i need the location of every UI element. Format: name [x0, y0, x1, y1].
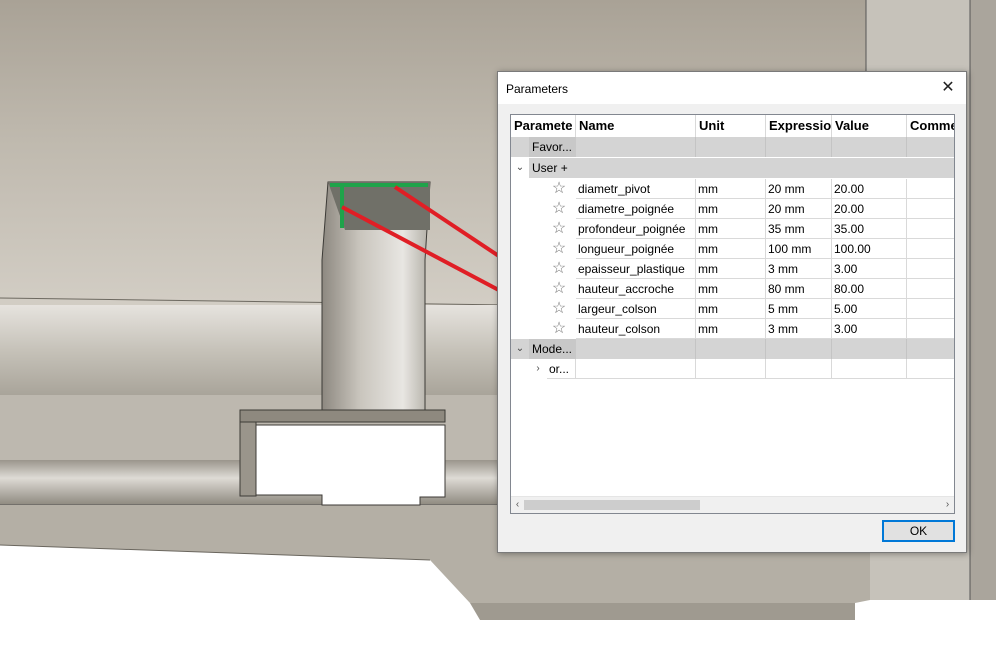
parameter-row[interactable]: ☆ largeur_colson mm 5 mm 5.00 — [511, 299, 954, 319]
star-outline-icon[interactable]: ☆ — [549, 239, 569, 259]
scroll-right-icon[interactable]: › — [941, 497, 954, 513]
parameter-unit: mm — [696, 239, 766, 259]
parameter-value: 100.00 — [832, 239, 907, 259]
parameter-unit: mm — [696, 319, 766, 339]
parameter-unit: mm — [696, 279, 766, 299]
parameter-name: largeur_colson — [576, 299, 696, 319]
parameter-comment[interactable] — [907, 219, 954, 239]
parameter-row[interactable]: ☆ epaisseur_plastique mm 3 mm 3.00 — [511, 259, 954, 279]
parameter-expression[interactable]: 20 mm — [766, 179, 832, 199]
parameter-expression[interactable]: 35 mm — [766, 219, 832, 239]
parameter-name: diametr_pivot — [576, 179, 696, 199]
parameter-row[interactable]: ☆ longueur_poignée mm 100 mm 100.00 — [511, 239, 954, 259]
parameter-expression[interactable]: 80 mm — [766, 279, 832, 299]
parameter-expression[interactable]: 3 mm — [766, 259, 832, 279]
star-outline-icon[interactable]: ☆ — [549, 299, 569, 319]
star-outline-icon[interactable]: ☆ — [549, 219, 569, 239]
parameter-name: epaisseur_plastique — [576, 259, 696, 279]
scrollbar-thumb[interactable] — [524, 500, 700, 510]
horizontal-scrollbar[interactable]: ‹ › — [511, 496, 954, 513]
star-outline-icon[interactable]: ☆ — [549, 319, 569, 339]
chevron-right-icon[interactable]: › — [531, 359, 545, 379]
parameters-dialog: Parameters ✕ Paramete Name Unit Expressi… — [497, 71, 967, 553]
group-row-model-child[interactable]: › or... — [511, 359, 954, 379]
group-label-model: Mode... — [529, 339, 576, 359]
parameter-expression[interactable]: 20 mm — [766, 199, 832, 219]
column-header-value[interactable]: Value — [832, 115, 907, 137]
parameter-comment[interactable] — [907, 199, 954, 219]
parameter-name: diametre_poignée — [576, 199, 696, 219]
parameter-name: hauteur_accroche — [576, 279, 696, 299]
dialog-title: Parameters — [506, 82, 569, 96]
parameter-value: 35.00 — [832, 219, 907, 239]
dialog-titlebar: Parameters ✕ — [498, 72, 966, 104]
column-header-comment[interactable]: Comme — [907, 115, 954, 137]
star-outline-icon[interactable]: ☆ — [549, 179, 569, 199]
parameter-name: hauteur_colson — [576, 319, 696, 339]
parameter-comment[interactable] — [907, 239, 954, 259]
star-outline-icon[interactable]: ☆ — [549, 259, 569, 279]
close-icon[interactable]: ✕ — [930, 72, 966, 104]
parameter-unit: mm — [696, 219, 766, 239]
parameter-value: 20.00 — [832, 199, 907, 219]
parameter-name: longueur_poignée — [576, 239, 696, 259]
parameter-value: 5.00 — [832, 299, 907, 319]
parameter-unit: mm — [696, 179, 766, 199]
parameter-row[interactable]: ☆ diametre_poignée mm 20 mm 20.00 — [511, 199, 954, 219]
parameter-value: 3.00 — [832, 259, 907, 279]
group-label-model-child: or... — [547, 359, 576, 379]
parameter-row[interactable]: ☆ profondeur_poignée mm 35 mm 35.00 — [511, 219, 954, 239]
parameters-table[interactable]: Paramete Name Unit Expressio Value Comme… — [510, 114, 955, 514]
parameter-expression[interactable]: 3 mm — [766, 319, 832, 339]
chevron-down-icon[interactable]: ⌄ — [513, 158, 527, 178]
parameter-expression[interactable]: 100 mm — [766, 239, 832, 259]
parameter-expression[interactable]: 5 mm — [766, 299, 832, 319]
column-header-expression[interactable]: Expressio — [766, 115, 832, 137]
group-row-user[interactable]: ⌄ User + — [511, 158, 954, 178]
column-header-name[interactable]: Name — [576, 115, 696, 137]
group-label-user: User + — [529, 158, 576, 178]
group-row-favorites[interactable]: Favor... — [511, 137, 954, 157]
column-header-parameter[interactable]: Paramete — [511, 115, 576, 137]
scroll-left-icon[interactable]: ‹ — [511, 497, 524, 513]
ok-button[interactable]: OK — [882, 520, 955, 542]
parameter-comment[interactable] — [907, 319, 954, 339]
parameter-value: 80.00 — [832, 279, 907, 299]
parameter-row[interactable]: ☆ hauteur_colson mm 3 mm 3.00 — [511, 319, 954, 339]
chevron-down-icon[interactable]: ⌄ — [513, 339, 527, 359]
parameter-comment[interactable] — [907, 179, 954, 199]
star-outline-icon[interactable]: ☆ — [549, 279, 569, 299]
parameter-value: 20.00 — [832, 179, 907, 199]
column-header-unit[interactable]: Unit — [696, 115, 766, 137]
parameter-comment[interactable] — [907, 259, 954, 279]
group-label-favorites: Favor... — [529, 137, 576, 157]
parameter-unit: mm — [696, 259, 766, 279]
parameter-unit: mm — [696, 299, 766, 319]
parameter-comment[interactable] — [907, 279, 954, 299]
star-outline-icon[interactable]: ☆ — [549, 199, 569, 219]
add-parameter-icon[interactable]: + — [561, 161, 568, 175]
parameter-row[interactable]: ☆ hauteur_accroche mm 80 mm 80.00 — [511, 279, 954, 299]
parameter-unit: mm — [696, 199, 766, 219]
group-label-user-text: User — [532, 161, 558, 175]
group-row-model[interactable]: ⌄ Mode... — [511, 339, 954, 359]
parameter-comment[interactable] — [907, 299, 954, 319]
parameter-row[interactable]: ☆ diametr_pivot mm 20 mm 20.00 — [511, 179, 954, 199]
parameter-name: profondeur_poignée — [576, 219, 696, 239]
parameter-value: 3.00 — [832, 319, 907, 339]
